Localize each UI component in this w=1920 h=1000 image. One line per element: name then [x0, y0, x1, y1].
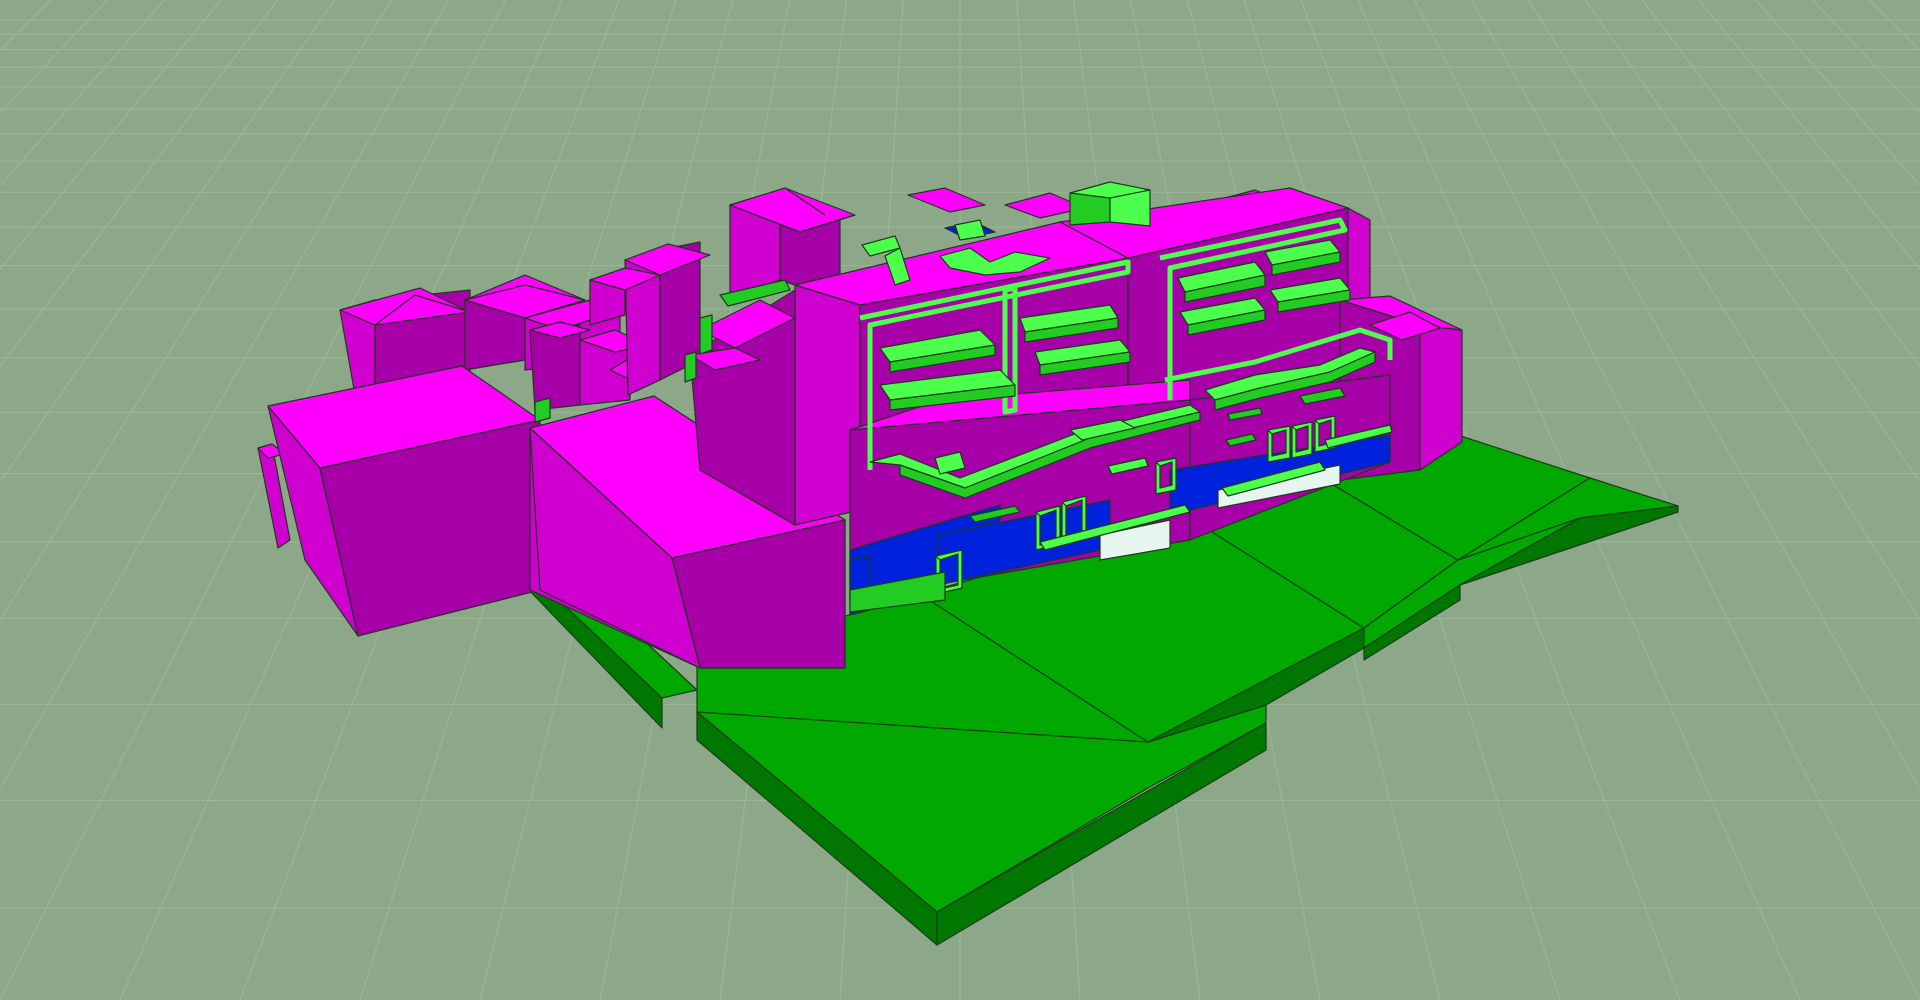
building-model-scene[interactable] [0, 0, 1920, 1000]
left-wing-rail-2[interactable] [684, 351, 697, 383]
left-wing-rail-3[interactable] [534, 397, 551, 423]
back-block-4-front [529, 324, 581, 411]
left-wing-rail-1[interactable] [699, 314, 713, 355]
3d-viewport[interactable] [0, 0, 1920, 1000]
back-right-block-1-roof[interactable] [907, 187, 986, 213]
